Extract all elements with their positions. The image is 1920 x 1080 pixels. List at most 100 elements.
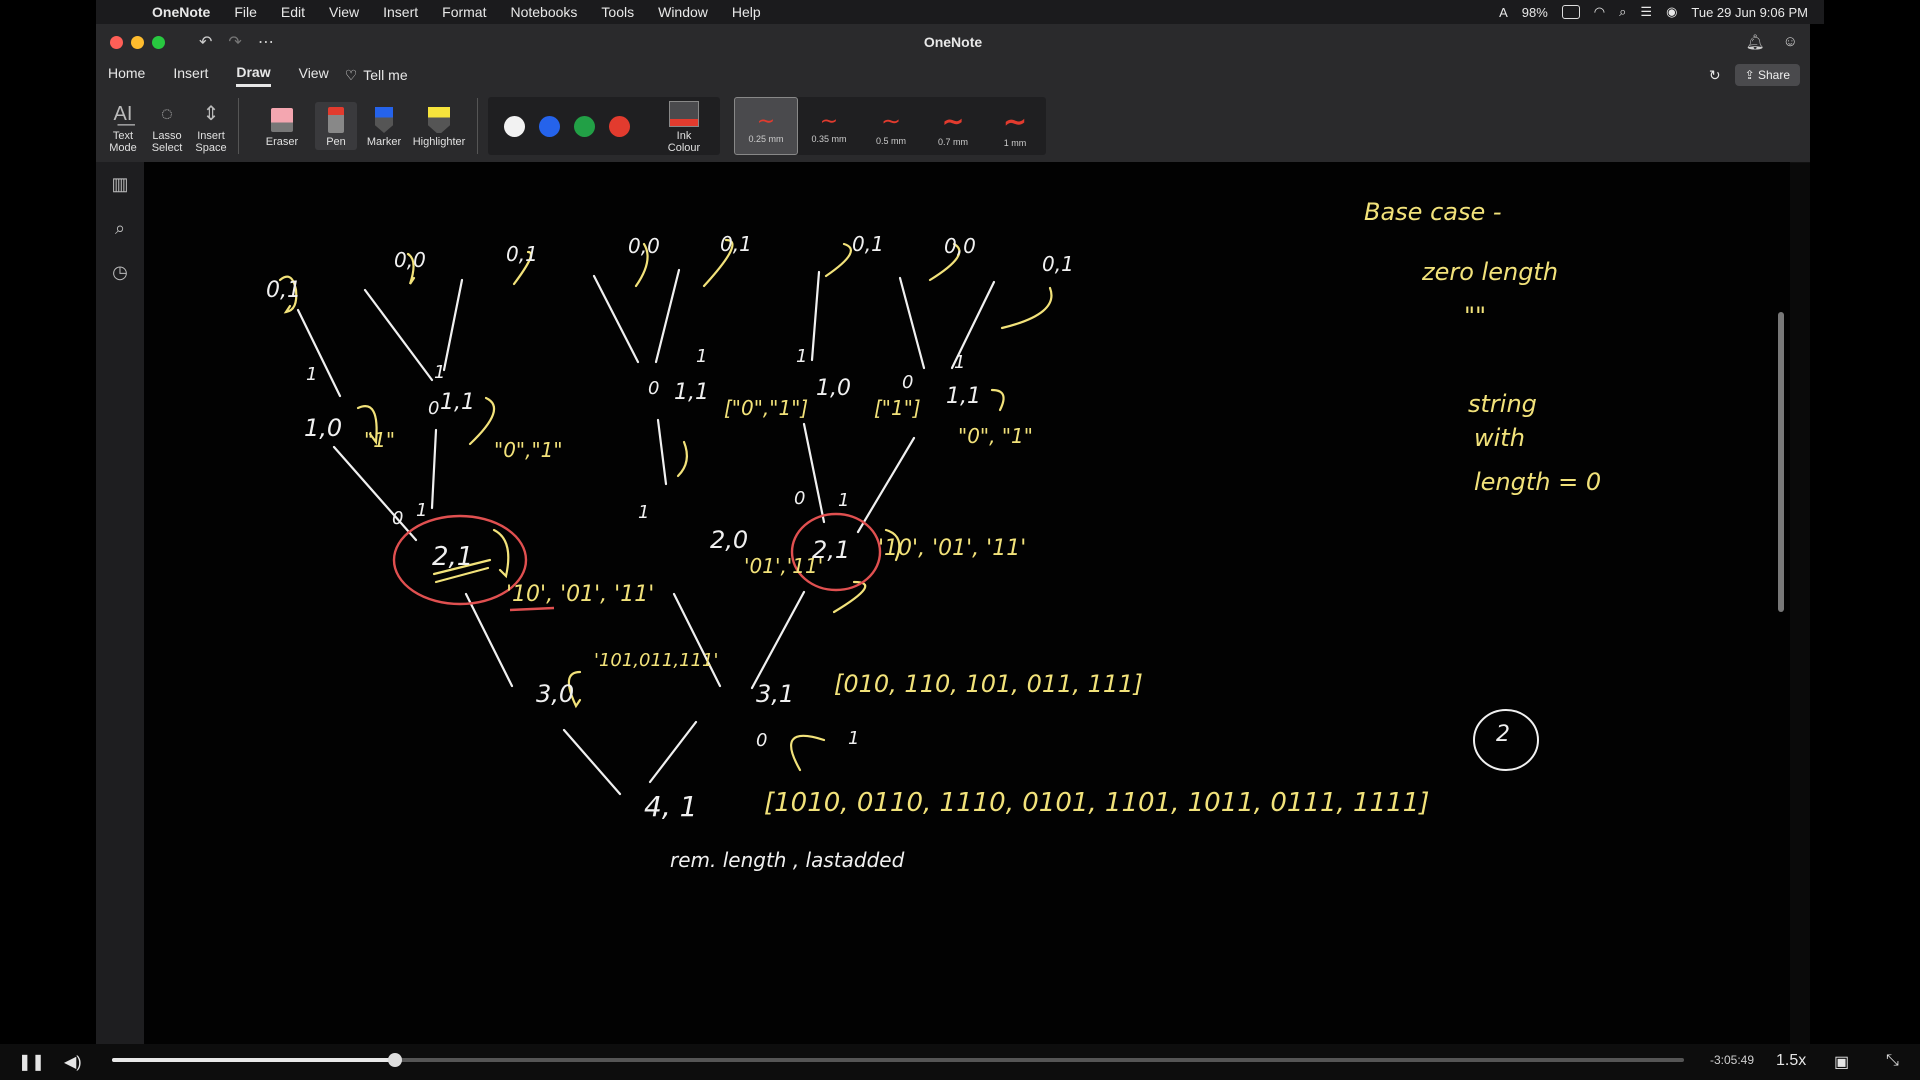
bell-icon[interactable]: 🔔︎ (1746, 33, 1765, 51)
result-label: [010, 110, 101, 011, 111] (834, 670, 1143, 698)
text-mode-button[interactable]: A͟I Text Mode (106, 98, 140, 154)
tab-view[interactable]: View (299, 65, 329, 85)
vertical-scrollbar[interactable] (1778, 312, 1784, 612)
eraser-button[interactable]: Eraser (259, 104, 305, 148)
tell-me-search[interactable]: ♡ Tell me (345, 67, 408, 84)
node-label: 0,1 (266, 278, 301, 303)
highlighter-icon (424, 104, 454, 136)
progress-knob[interactable] (387, 1053, 402, 1067)
fullscreen-icon[interactable]: ⤡ (1886, 1052, 1899, 1070)
share-button[interactable]: ⇪ Share (1734, 64, 1800, 86)
window-title: OneNote (923, 34, 983, 50)
volume-icon[interactable]: ◀︎) (64, 1052, 82, 1072)
search-icon[interactable]: ⌕ (96, 206, 144, 250)
title-bar: ↶ ↷ ⋯ OneNote 🔔︎ ☺ (96, 24, 1810, 60)
base-case-line: string (1468, 390, 1537, 418)
lasso-icon: ◌ (161, 103, 173, 125)
redo-icon[interactable]: ↷ (228, 32, 241, 52)
control-center-icon[interactable]: ☰ (1640, 4, 1652, 20)
thickness-option[interactable]: ∼ 0.25 mm (734, 97, 798, 155)
stroke-icon: ∼ (1003, 105, 1027, 137)
menu-help[interactable]: Help (732, 4, 761, 20)
menu-edit[interactable]: Edit (281, 4, 305, 20)
node-label: 1,0 (816, 376, 851, 401)
pen-label: Pen (326, 136, 346, 148)
menu-view[interactable]: View (329, 4, 359, 20)
text-mode-icon: A͟I (113, 103, 133, 125)
ink-colour-icon (669, 98, 699, 130)
edge-label: 1 (848, 728, 860, 749)
sync-icon[interactable]: ↻ (1709, 67, 1721, 84)
edge-label: 1 (306, 364, 318, 385)
minimize-window-button[interactable] (131, 35, 144, 49)
result-label: '10', '01', '11' (506, 582, 655, 607)
node-label: 0,0 (394, 248, 426, 272)
feedback-icon[interactable]: ☺ (1783, 33, 1798, 51)
thickness-option[interactable]: ∼ 0.35 mm (798, 98, 860, 154)
notebooks-icon[interactable]: ▥ (96, 162, 144, 206)
video-controls: ❚❚ ◀︎) -3:05:49 1.5x ▣ ⤡ (0, 1044, 1920, 1080)
thickness-option[interactable]: ∼ 1 mm (984, 98, 1046, 154)
note-canvas[interactable]: 0,1 0,0 0,1 0,0 0,1 0,1 0,0 0,1 1,0 1,1 … (144, 162, 1790, 1044)
recent-icon[interactable]: ◷ (96, 250, 144, 294)
wifi-icon[interactable]: ◠ (1594, 4, 1605, 20)
result-label: '10', '01', '11' (878, 536, 1027, 561)
menu-window[interactable]: Window (658, 4, 708, 20)
pen-button[interactable]: Pen (315, 102, 357, 150)
thickness-label: 0.7 mm (937, 136, 968, 147)
color-green-swatch[interactable] (574, 115, 595, 137)
left-sidebar: ▥ ⌕ ◷ (96, 162, 144, 1044)
marker-label: Marker (366, 136, 402, 148)
tab-home[interactable]: Home (108, 65, 145, 85)
stroke-icon: ∼ (880, 107, 902, 135)
color-palette: Ink Colour (488, 97, 720, 155)
thickness-option[interactable]: ∼ 0.5 mm (860, 98, 922, 154)
stroke-icon: ∼ (942, 105, 964, 136)
tab-insert[interactable]: Insert (173, 65, 208, 85)
tab-draw[interactable]: Draw (236, 64, 271, 87)
marker-button[interactable]: Marker (367, 104, 401, 148)
siri-icon[interactable]: ◉ (1666, 4, 1677, 20)
thickness-label: 0.25 mm (748, 134, 784, 144)
lasso-select-button[interactable]: ◌ Lasso Select (150, 98, 184, 154)
pip-icon[interactable]: ▣ (1834, 1052, 1849, 1072)
keyboard-icon[interactable]: A (1499, 5, 1508, 20)
pause-icon[interactable]: ❚❚ (18, 1052, 45, 1072)
edge-label: 0 (902, 372, 914, 393)
menu-notebooks[interactable]: Notebooks (510, 4, 577, 20)
ink-colour-button[interactable]: Ink Colour (664, 98, 704, 154)
edge-label: 0 (428, 398, 440, 419)
color-red-swatch[interactable] (609, 115, 630, 137)
draw-ribbon: A͟I Text Mode ◌ Lasso Select ⇕ Insert Sp… (96, 90, 1810, 163)
menu-app-name[interactable]: OneNote (152, 4, 210, 20)
color-blue-swatch[interactable] (539, 115, 560, 137)
menu-tools[interactable]: Tools (601, 4, 634, 20)
close-window-button[interactable] (110, 35, 123, 49)
playback-speed[interactable]: 1.5x (1776, 1052, 1806, 1070)
undo-icon[interactable]: ↶ (199, 32, 212, 52)
zoom-window-button[interactable] (152, 35, 165, 49)
node-label: 2,0 (710, 526, 749, 554)
highlighter-button[interactable]: Highlighter (411, 104, 467, 148)
menubar-clock[interactable]: Tue 29 Jun 9:06 PM (1691, 5, 1808, 20)
node-label: 4, 1 (644, 790, 698, 823)
edge-label: 1 (638, 502, 650, 523)
eraser-icon (267, 104, 297, 136)
progress-track[interactable] (112, 1053, 1684, 1067)
thickness-option[interactable]: ∼ 0.7 mm (922, 98, 984, 154)
thickness-selector: ∼ 0.25 mm ∼ 0.35 mm ∼ 0.5 mm ∼ 0.7 mm ∼ 1 mm (734, 97, 1046, 155)
node-label: 2,1 (432, 542, 474, 572)
search-icon[interactable]: ⌕ (1619, 4, 1626, 20)
insert-space-button[interactable]: ⇕ Insert Space (194, 98, 228, 154)
color-white-swatch[interactable] (504, 115, 525, 137)
menu-insert[interactable]: Insert (383, 4, 418, 20)
more-icon[interactable]: ⋯ (258, 32, 274, 52)
insert-space-label: Insert Space (195, 130, 227, 154)
node-label: 0,1 (1042, 252, 1074, 276)
result-label: ["1"] (874, 396, 921, 420)
battery-icon[interactable] (1561, 5, 1580, 19)
ink-colour-label: Ink Colour (667, 130, 701, 154)
node-label: 1,1 (946, 384, 981, 409)
menu-file[interactable]: File (234, 4, 257, 20)
menu-format[interactable]: Format (442, 4, 486, 20)
